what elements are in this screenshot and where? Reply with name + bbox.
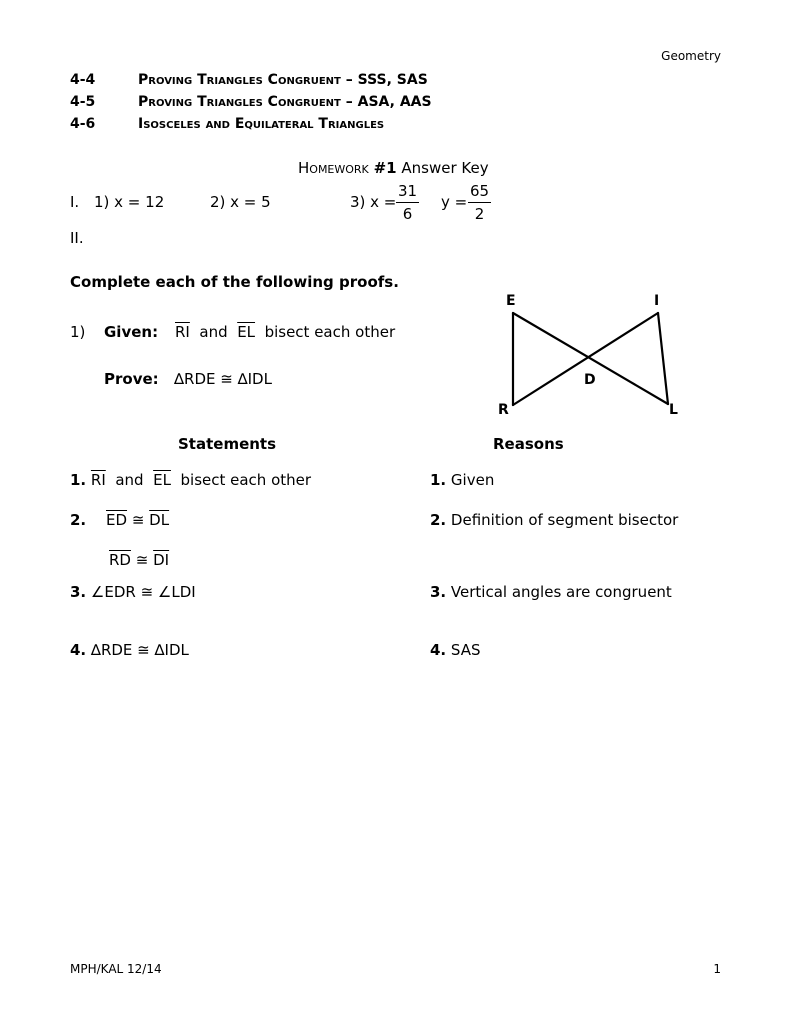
subject-label: Geometry: [661, 49, 721, 63]
homework-title: Homework #1 Answer Key: [298, 159, 489, 177]
statements-header: Statements: [178, 435, 277, 453]
fraction-numerator: 65: [468, 182, 492, 203]
vertex-label-d: D: [584, 372, 596, 388]
given-label: Given:: [104, 323, 159, 341]
segment-ri: RI: [175, 323, 190, 341]
given-and: and: [199, 323, 228, 341]
footer-author: MPH/KAL 12/14: [70, 962, 162, 976]
part2-label: II.: [70, 229, 84, 247]
row-number: 4.: [70, 641, 87, 659]
row-number: 2.: [430, 511, 447, 529]
reason-text: SAS: [450, 641, 481, 659]
statement-row: RD ≅ DI: [109, 551, 169, 569]
reason-text: Definition of segment bisector: [450, 511, 679, 529]
reason-row: 4. SAS: [430, 641, 481, 659]
answer-1: 1) x = 12: [94, 193, 165, 211]
row-number: 3.: [70, 583, 87, 601]
answer-3-x-label: 3) x =: [350, 193, 397, 211]
part1-label: I.: [70, 193, 80, 211]
section-title: Isosceles and Equilateral Triangles: [138, 116, 385, 132]
statement-row: 3. ∠EDR ≅ ∠LDI: [70, 583, 196, 601]
row-number: 1.: [70, 471, 87, 489]
homework-subtitle: Answer Key: [401, 159, 489, 177]
answer-2: 2) x = 5: [210, 193, 271, 211]
segment-di: DI: [153, 551, 170, 569]
reason-row: 1. Given: [430, 471, 494, 489]
reason-row: 3. Vertical angles are congruent: [430, 583, 672, 601]
answer-3-x-fraction: 31 6: [396, 182, 420, 223]
segment-ed: ED: [106, 511, 128, 529]
homework-word: Homework: [298, 159, 369, 177]
proof-number: 1): [70, 323, 86, 341]
given-statement: RI and EL bisect each other: [175, 323, 395, 341]
prove-statement: ∆RDE ≅ ∆IDL: [174, 370, 272, 388]
statement-row: ED ≅ DL: [106, 511, 169, 529]
section-number: 4-6: [70, 116, 96, 132]
statement-rest: bisect each other: [180, 471, 312, 489]
congruent-symbol: ≅: [135, 551, 149, 569]
segment-el: EL: [153, 471, 171, 489]
row-number: 3.: [430, 583, 447, 601]
row-number: 1.: [430, 471, 447, 489]
answer-3-y-fraction: 65 2: [468, 182, 492, 223]
prove-label: Prove:: [104, 370, 159, 388]
fraction-numerator: 31: [396, 182, 420, 203]
segment-el: EL: [237, 323, 256, 341]
statement-text: ∠EDR ≅ ∠LDI: [90, 583, 196, 601]
row-number: 4.: [430, 641, 447, 659]
segment-rd: RD: [109, 551, 131, 569]
instruction: Complete each of the following proofs.: [70, 273, 399, 291]
segment-dl: DL: [149, 511, 170, 529]
statement-and: and: [115, 471, 144, 489]
vertex-label-r: R: [498, 402, 509, 418]
segment-ri: RI: [90, 471, 106, 489]
row-number: 2.: [70, 511, 87, 529]
statement-row: 1. RI and EL bisect each other: [70, 471, 311, 489]
statement-row: 4. ∆RDE ≅ ∆IDL: [70, 641, 189, 659]
vertex-label-e: E: [506, 293, 516, 309]
reasons-header: Reasons: [493, 435, 564, 453]
reason-text: Vertical angles are congruent: [450, 583, 672, 601]
homework-number: #1: [373, 159, 397, 177]
section-number: 4-5: [70, 94, 96, 110]
reason-row: 2. Definition of segment bisector: [430, 511, 678, 529]
fraction-denominator: 6: [402, 205, 413, 223]
segment-il: [656, 311, 670, 406]
fraction-denominator: 2: [474, 205, 485, 223]
section-title: Proving Triangles Congruent – ASA, AAS: [138, 94, 432, 110]
answer-3-y-label: y =: [441, 193, 468, 211]
given-rest: bisect each other: [264, 323, 396, 341]
page-number: 1: [713, 962, 721, 976]
vertex-label-l: L: [669, 402, 678, 418]
section-title: Proving Triangles Congruent – SSS, SAS: [138, 72, 428, 88]
statement-text: ∆RDE ≅ ∆IDL: [90, 641, 189, 659]
congruent-symbol: ≅: [131, 511, 145, 529]
reason-text: Given: [450, 471, 495, 489]
vertex-label-i: I: [654, 293, 660, 309]
section-number: 4-4: [70, 72, 96, 88]
